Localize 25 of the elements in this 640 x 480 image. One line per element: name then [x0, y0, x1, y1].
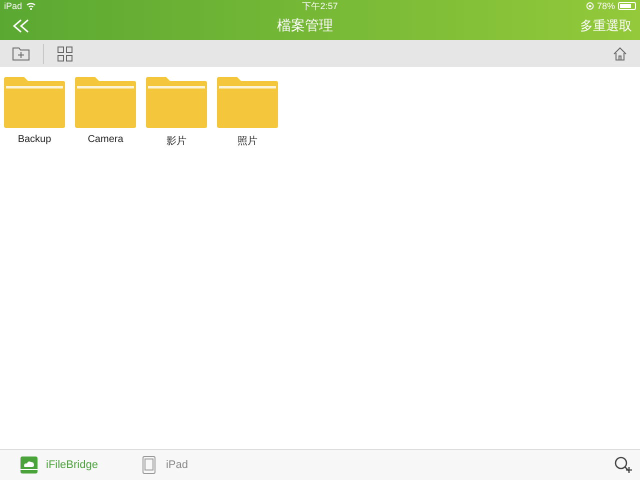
wifi-icon	[26, 2, 36, 10]
status-time: 下午2:57	[302, 0, 338, 12]
page-title: 檔案管理	[276, 17, 334, 35]
folder-name: 影片	[166, 134, 186, 148]
folder-icon[interactable]	[146, 77, 207, 128]
home-icon[interactable]	[613, 46, 627, 60]
lock-rotation-icon	[586, 2, 594, 10]
grid-view-icon[interactable]	[57, 46, 73, 62]
battery-percent: 78%	[596, 1, 615, 11]
folder-name: 照片	[238, 134, 258, 148]
folder-icon[interactable]	[217, 77, 278, 128]
zoom-in-icon[interactable]	[614, 456, 634, 474]
back-icon[interactable]	[12, 18, 30, 34]
battery-icon	[618, 2, 636, 10]
folder-icon[interactable]	[4, 77, 65, 128]
device-name: iPad	[4, 1, 22, 11]
folder-icon[interactable]	[75, 77, 136, 128]
new-folder-icon[interactable]	[12, 46, 30, 60]
cloud-drive-icon	[20, 456, 38, 474]
tab-button[interactable]: iFileBridge	[20, 456, 98, 474]
folder-name: Backup	[18, 134, 52, 145]
folder-name: Camera	[88, 134, 124, 145]
tablet-icon	[140, 456, 158, 474]
multi-select-button[interactable]: 多重選取	[580, 17, 632, 35]
tab-button[interactable]: iPad	[140, 456, 188, 474]
